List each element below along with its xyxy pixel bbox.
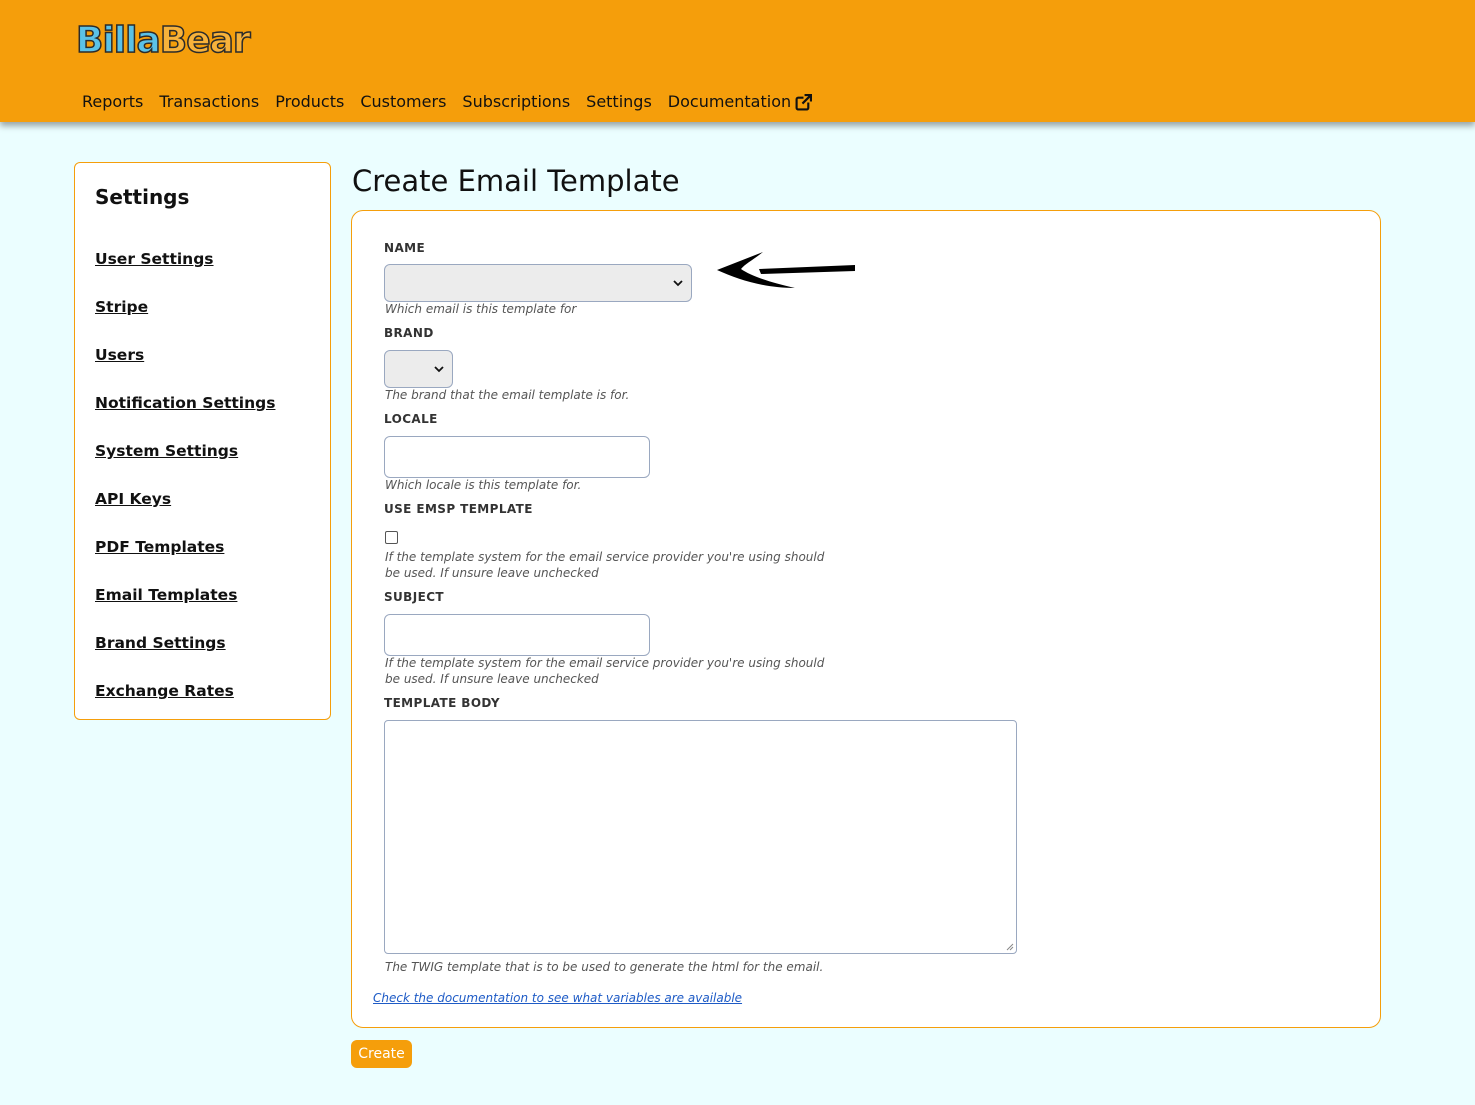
template-body-textarea[interactable] — [384, 720, 1017, 954]
sidebar-list: User Settings Stripe Users Notification … — [95, 247, 275, 727]
template-body-label: TEMPLATE BODY — [384, 696, 501, 710]
sidebar-item-pdf-templates[interactable]: PDF Templates — [95, 535, 275, 583]
nav-products[interactable]: Products — [275, 90, 344, 114]
subject-label: SUBJECT — [384, 590, 444, 604]
brand-label: BRAND — [384, 326, 434, 340]
sidebar-item-exchange-rates[interactable]: Exchange Rates — [95, 679, 275, 727]
page-title: Create Email Template — [352, 164, 680, 198]
nav-customers[interactable]: Customers — [360, 90, 446, 114]
name-select[interactable] — [384, 264, 692, 302]
email-template-form: NAME Which email is this template for BR… — [351, 210, 1381, 1028]
settings-sidebar: Settings User Settings Stripe Users Noti… — [74, 162, 331, 720]
logo-text-bear: Bear — [159, 19, 251, 62]
nav-documentation-label: Documentation — [667, 92, 792, 111]
chevron-down-icon — [673, 280, 683, 287]
sidebar-item-brand-settings[interactable]: Brand Settings — [95, 631, 275, 679]
name-label: NAME — [384, 241, 426, 255]
subject-help: If the template system for the email ser… — [385, 656, 825, 686]
nav-reports[interactable]: Reports — [82, 90, 143, 114]
top-header: BillaBear Reports Transactions Products … — [0, 0, 1475, 122]
logo-text-billa: Billa — [75, 19, 161, 62]
sidebar-item-notification-settings[interactable]: Notification Settings — [95, 391, 275, 439]
create-button[interactable]: Create — [351, 1040, 412, 1068]
chevron-down-icon — [434, 366, 444, 373]
name-help: Which email is this template for — [385, 302, 577, 316]
sidebar-item-system-settings[interactable]: System Settings — [95, 439, 275, 487]
billabear-logo[interactable]: BillaBear — [75, 19, 251, 62]
locale-help: Which locale is this template for. — [385, 478, 582, 492]
sidebar-item-stripe[interactable]: Stripe — [95, 295, 275, 343]
resize-handle-icon[interactable] — [1006, 943, 1014, 951]
locale-input[interactable] — [384, 436, 650, 478]
sidebar-title: Settings — [95, 185, 190, 209]
locale-label: LOCALE — [384, 412, 438, 426]
main-nav: Reports Transactions Products Customers … — [82, 90, 813, 114]
nav-settings[interactable]: Settings — [586, 90, 652, 114]
sidebar-item-users[interactable]: Users — [95, 343, 275, 391]
documentation-variables-link[interactable]: Check the documentation to see what vari… — [373, 991, 742, 1005]
nav-transactions[interactable]: Transactions — [159, 90, 259, 114]
brand-help: The brand that the email template is for… — [385, 388, 630, 402]
sidebar-item-email-templates[interactable]: Email Templates — [95, 583, 275, 631]
arrow-left-icon — [717, 252, 855, 288]
nav-subscriptions[interactable]: Subscriptions — [462, 90, 570, 114]
sidebar-item-api-keys[interactable]: API Keys — [95, 487, 275, 535]
use-emsp-checkbox[interactable] — [385, 531, 398, 544]
sidebar-item-user-settings[interactable]: User Settings — [95, 247, 275, 295]
use-emsp-help: If the template system for the email ser… — [385, 550, 825, 580]
subject-input[interactable] — [384, 614, 650, 656]
use-emsp-label: USE EMSP TEMPLATE — [384, 502, 533, 516]
external-link-icon — [795, 93, 813, 110]
nav-documentation[interactable]: Documentation — [667, 90, 813, 114]
brand-select[interactable] — [384, 350, 453, 388]
template-body-help: The TWIG template that is to be used to … — [385, 960, 824, 974]
